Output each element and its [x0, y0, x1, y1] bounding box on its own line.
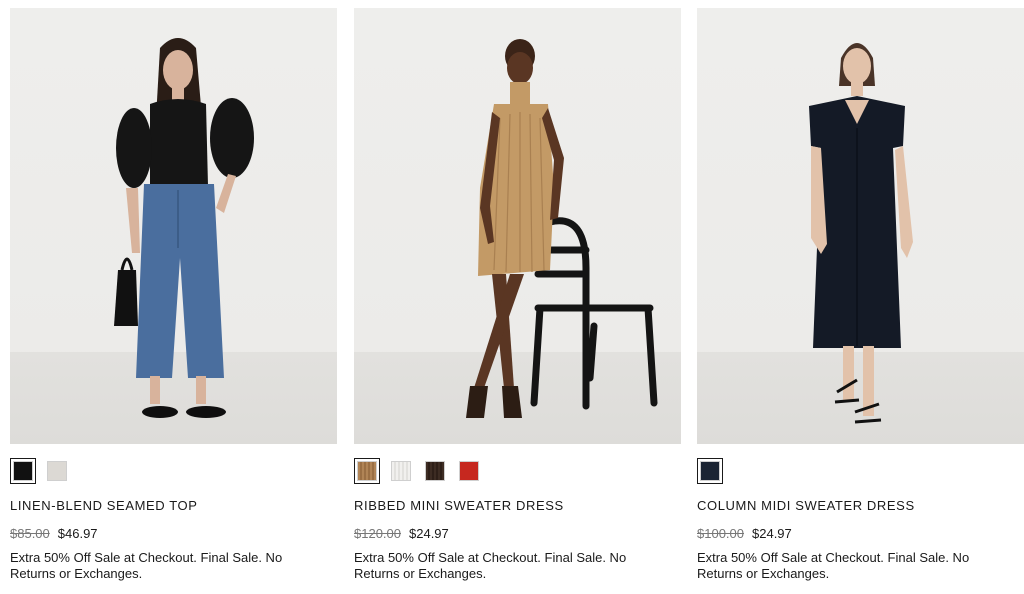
product-image[interactable]: [354, 8, 681, 444]
product-image[interactable]: [697, 8, 1024, 444]
sale-price: $24.97: [752, 526, 792, 541]
sale-price: $46.97: [57, 526, 98, 541]
promo-message: Extra 50% Off Sale at Checkout. Final Sa…: [354, 550, 627, 581]
product-card: LINEN-BLEND SEAMED TOP $85.00 $46.97 Extr…: [10, 8, 337, 581]
product-price: $120.00 $24.97: [354, 526, 449, 541]
color-swatches: [697, 458, 723, 484]
color-swatch-navy[interactable]: [697, 458, 723, 484]
product-price: $100.00 $24.97: [697, 526, 792, 541]
model-figure: [466, 39, 658, 418]
product-image[interactable]: [10, 8, 337, 444]
sale-price: $24.97: [409, 526, 449, 541]
model-figure: [809, 43, 913, 424]
product-name[interactable]: COLUMN MIDI SWEATER DRESS: [697, 498, 915, 513]
product-card: RIBBED MINI SWEATER DRESS $120.00 $24.97 …: [354, 8, 681, 581]
original-price: $85.00: [10, 526, 50, 541]
promo-message: Extra 50% Off Sale at Checkout. Final Sa…: [697, 550, 970, 581]
color-swatches: [10, 458, 70, 484]
color-swatch-ivory[interactable]: [44, 458, 70, 484]
color-swatch-brown[interactable]: [422, 458, 448, 484]
color-swatch-black[interactable]: [10, 458, 36, 484]
product-card: COLUMN MIDI SWEATER DRESS $100.00 $24.97 …: [697, 8, 1024, 581]
product-name[interactable]: LINEN-BLEND SEAMED TOP: [10, 498, 198, 513]
color-swatch-red[interactable]: [456, 458, 482, 484]
color-swatches: [354, 458, 482, 484]
original-price: $100.00: [697, 526, 744, 541]
original-price: $120.00: [354, 526, 401, 541]
product-name[interactable]: RIBBED MINI SWEATER DRESS: [354, 498, 564, 513]
color-swatch-white[interactable]: [388, 458, 414, 484]
promo-message: Extra 50% Off Sale at Checkout. Final Sa…: [10, 550, 283, 581]
color-swatch-camel[interactable]: [354, 458, 380, 484]
product-price: $85.00 $46.97: [10, 526, 98, 541]
product-grid: LINEN-BLEND SEAMED TOP $85.00 $46.97 Extr…: [0, 0, 1024, 594]
model-figure: [114, 38, 254, 418]
